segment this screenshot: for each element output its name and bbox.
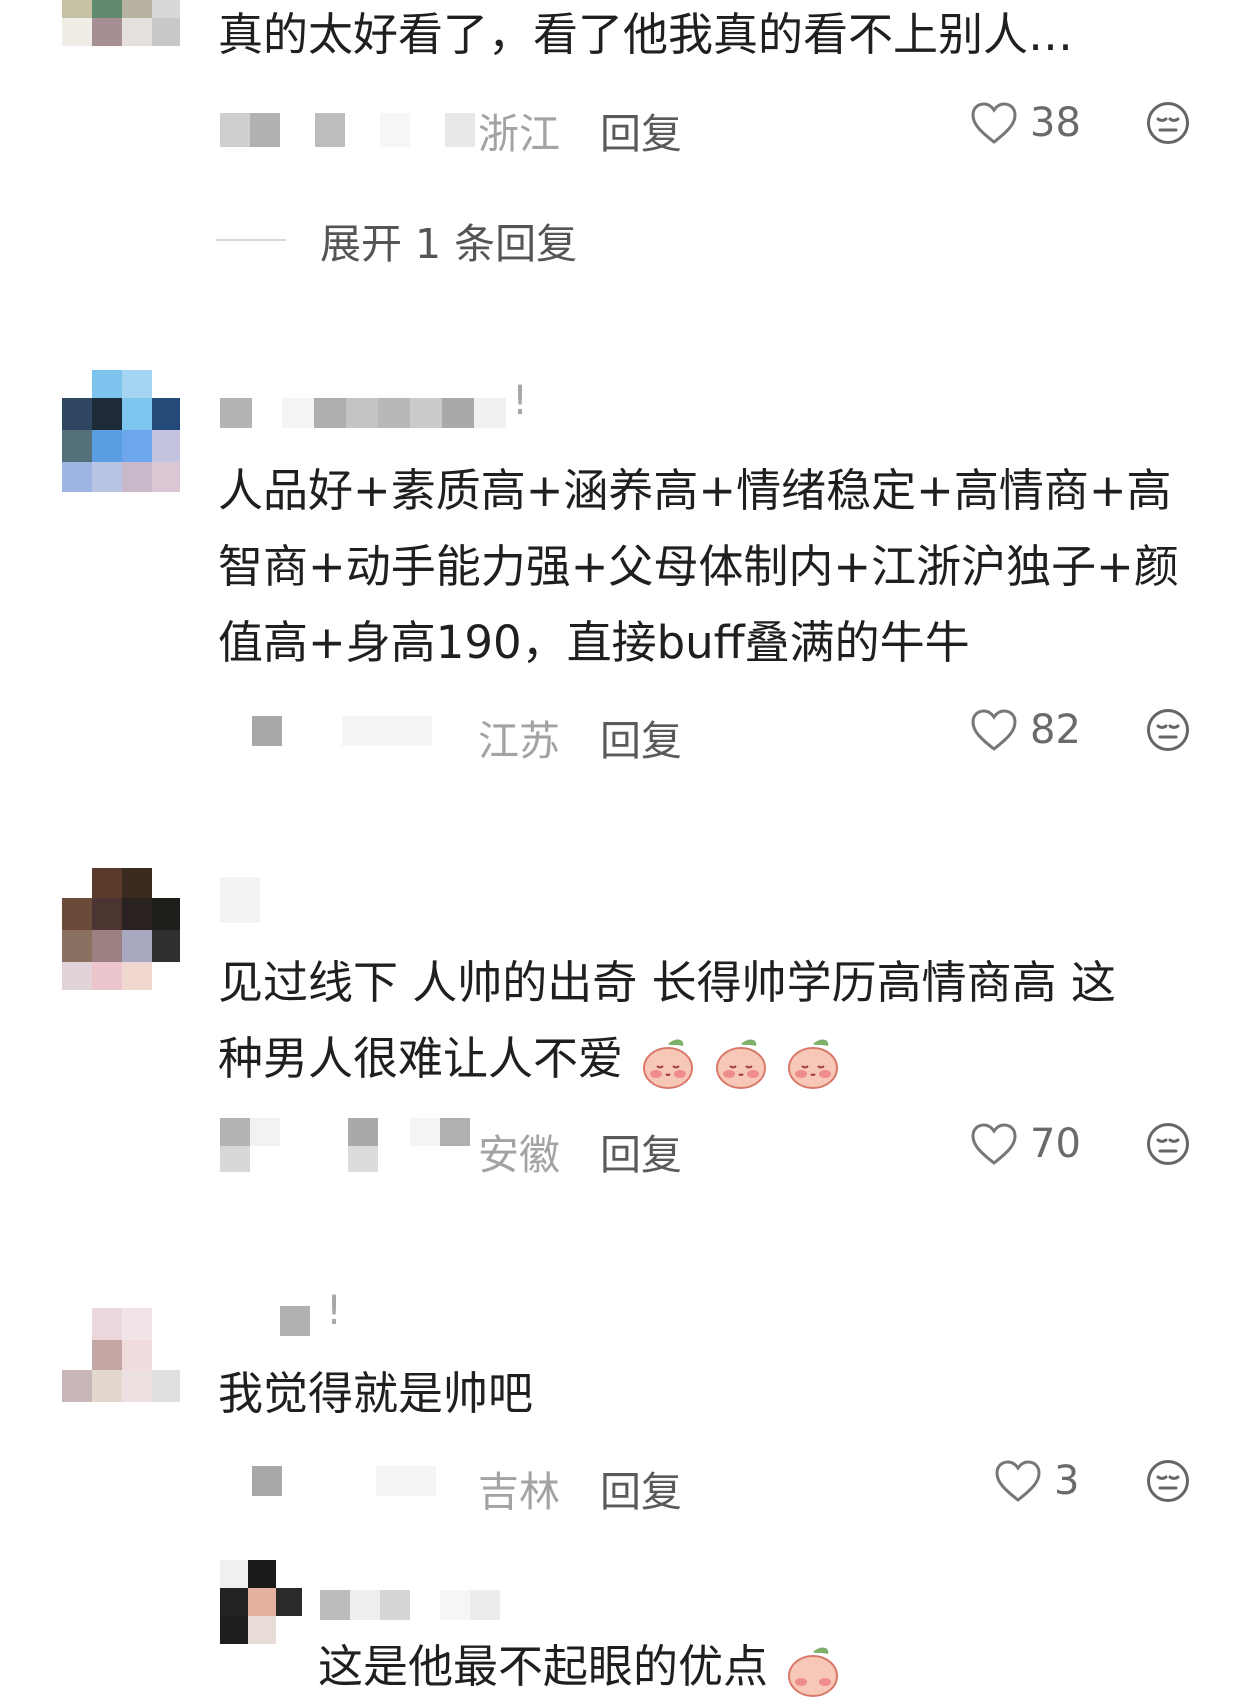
comment-text-line-3: 值高+身高190，直接buff叠满的牛牛 xyxy=(218,616,970,669)
heart-outline-icon xyxy=(995,1460,1041,1502)
like-button[interactable]: 3 xyxy=(994,1458,1079,1504)
like-count: 82 xyxy=(1030,707,1081,753)
like-count: 70 xyxy=(1030,1121,1081,1167)
reply-button[interactable]: 回复 xyxy=(600,1458,682,1518)
heart-outline-icon xyxy=(971,1123,1017,1165)
neutral-face-icon[interactable] xyxy=(1146,101,1190,145)
username-pixelated[interactable] xyxy=(220,398,520,428)
expand-replies-label: 展开 1 条回复 xyxy=(320,220,578,268)
avatar[interactable] xyxy=(62,868,180,990)
like-button[interactable]: 70 xyxy=(970,1121,1081,1167)
reply-button[interactable]: 回复 xyxy=(600,100,682,160)
comment-text-line-1: 见过线下 人帅的出奇 长得帅学历高情商高 这 xyxy=(218,956,1116,1009)
neutral-face-icon[interactable] xyxy=(1146,1459,1190,1503)
peach-blush-sticker xyxy=(788,1647,839,1697)
reply-text: 这是他最不起眼的优点 xyxy=(318,1630,840,1698)
username-pixelated[interactable] xyxy=(250,1306,320,1336)
location: 浙江 xyxy=(478,110,560,158)
like-button[interactable]: 82 xyxy=(970,707,1081,753)
reply-text-content: 这是他最不起眼的优点 xyxy=(318,1640,769,1693)
avatar[interactable] xyxy=(62,1308,180,1402)
comment-text: 真的太好看了，看了他我真的看不上别人… xyxy=(218,8,1074,61)
avatar[interactable] xyxy=(62,370,180,492)
comment-text-content: 种男人很难让人不爱 xyxy=(218,1032,624,1085)
like-count: 38 xyxy=(1030,100,1081,146)
username-pixelated[interactable] xyxy=(220,113,475,147)
date-pixelated xyxy=(220,1118,480,1172)
username-pixelated[interactable] xyxy=(320,1590,510,1620)
like-count: 3 xyxy=(1054,1458,1080,1504)
date-pixelated xyxy=(252,716,442,746)
neutral-face-icon[interactable] xyxy=(1146,1122,1190,1166)
peach-blush-sticker xyxy=(643,1039,694,1089)
comment-text-line-2: 智商+动手能力强+父母体制内+江浙沪独子+颜 xyxy=(218,540,1179,593)
peach-blush-sticker xyxy=(715,1039,766,1089)
heart-outline-icon xyxy=(971,709,1017,751)
username-suffix: ! xyxy=(512,378,529,424)
reply-button[interactable]: 回复 xyxy=(600,1121,682,1181)
avatar[interactable] xyxy=(220,1560,302,1644)
avatar[interactable] xyxy=(62,0,180,46)
like-button[interactable]: 38 xyxy=(970,100,1081,146)
username-suffix: ! xyxy=(326,1288,343,1334)
date-pixelated xyxy=(252,1466,442,1496)
username-pixelated[interactable] xyxy=(220,877,262,925)
location: 江苏 xyxy=(478,717,560,765)
comment-text: 我觉得就是帅吧 xyxy=(218,1367,534,1420)
location: 安徽 xyxy=(478,1131,560,1179)
comment-text-line-2: 种男人很难让人不爱 xyxy=(218,1020,840,1098)
comment-text-line-1: 人品好+素质高+涵养高+情绪稳定+高情商+高 xyxy=(218,464,1172,517)
location: 吉林 xyxy=(478,1468,560,1516)
heart-outline-icon xyxy=(971,102,1017,144)
neutral-face-icon[interactable] xyxy=(1146,708,1190,752)
peach-blush-sticker xyxy=(787,1039,838,1089)
reply-button[interactable]: 回复 xyxy=(600,707,682,767)
divider xyxy=(216,239,286,241)
expand-replies[interactable]: 展开 1 条回复 xyxy=(216,210,577,270)
